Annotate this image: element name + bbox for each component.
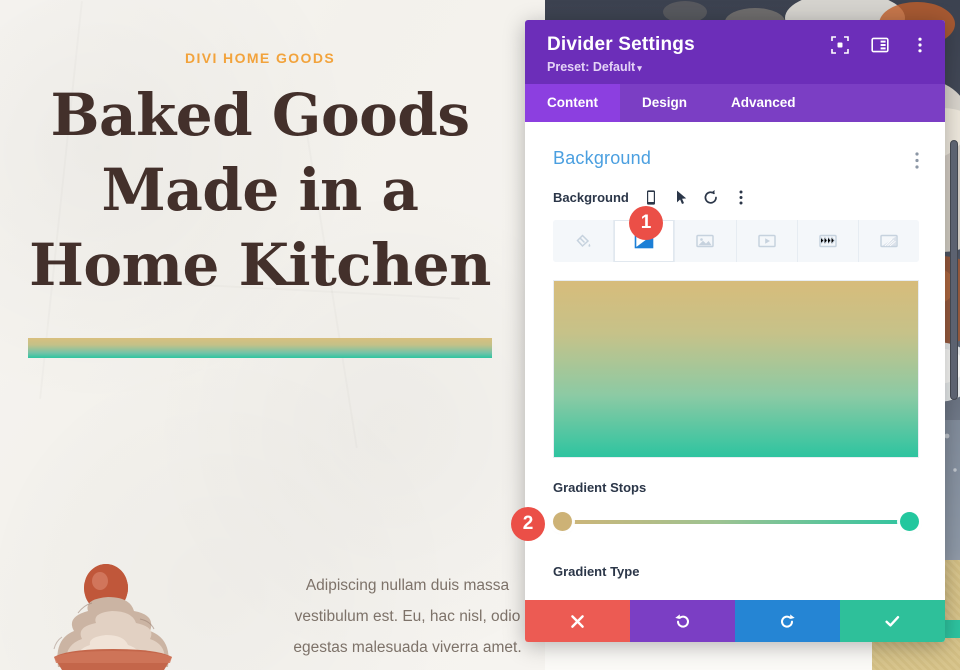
tab-content[interactable]: Content — [525, 84, 620, 122]
page-title-line-2: Made in a — [101, 156, 419, 224]
modal-scrollbar[interactable] — [950, 140, 958, 400]
focus-icon[interactable] — [831, 36, 849, 54]
page-title-line-3: Home Kitchen — [29, 231, 491, 299]
preset-selector[interactable]: Preset: Default ▾ — [547, 60, 925, 74]
background-type-tabs — [553, 220, 919, 262]
check-icon — [885, 615, 900, 627]
background-color-tab[interactable] — [553, 220, 615, 262]
background-pattern-icon — [819, 234, 837, 248]
save-button[interactable] — [840, 600, 945, 642]
chevron-down-icon: ▾ — [637, 63, 642, 73]
modal-header: Divider Settings Preset: Default ▾ — [525, 20, 945, 84]
website-page-background: DIVI HOME GOODS Baked Goods Made in a Ho… — [0, 0, 545, 670]
reset-icon[interactable] — [703, 189, 719, 206]
modal-footer — [525, 600, 945, 642]
tab-design[interactable]: Design — [620, 84, 709, 122]
background-image-tab[interactable] — [675, 220, 737, 262]
kebab-menu-icon[interactable] — [911, 36, 929, 54]
cupcake-illustration — [53, 564, 172, 670]
undo-button[interactable] — [630, 600, 735, 642]
divider-settings-modal: Divider Settings Preset: Default ▾ Conte… — [525, 20, 945, 642]
gradient-stop-handle-end[interactable] — [900, 512, 919, 531]
background-video-icon — [757, 234, 776, 248]
background-field-icons — [643, 189, 749, 206]
gradient-stops-slider[interactable] — [553, 512, 919, 532]
cancel-button[interactable] — [525, 600, 630, 642]
callout-badge-1: 1 — [629, 206, 663, 240]
background-image-icon — [696, 234, 715, 248]
section-title: Background — [553, 148, 652, 168]
redo-icon — [781, 613, 795, 628]
page-eyebrow: DIVI HOME GOODS — [184, 50, 336, 66]
page-body-copy: Adipiscing nullam duis massa vestibulum … — [270, 570, 545, 670]
tab-advanced[interactable]: Advanced — [709, 84, 818, 122]
close-icon — [571, 614, 584, 628]
gradient-type-label: Gradient Type — [553, 564, 640, 579]
background-video-tab[interactable] — [736, 220, 798, 262]
modal-body: Background Background Gradient Stops Gra… — [525, 122, 945, 600]
preset-label: Preset: Default — [547, 60, 636, 74]
page-title: Baked Goods Made in a Home Kitchen — [0, 78, 520, 303]
background-mask-tab[interactable] — [858, 220, 919, 262]
page-title-line-1: Baked Goods — [50, 81, 470, 149]
divider-module-preview[interactable] — [28, 338, 492, 358]
callout-badge-2: 2 — [511, 507, 545, 541]
modal-header-icons — [831, 36, 929, 54]
undo-icon — [675, 613, 689, 628]
modal-tabs: Content Design Advanced — [525, 84, 945, 122]
gradient-stop-handle-start[interactable] — [553, 512, 572, 531]
layout-panel-icon[interactable] — [871, 36, 889, 54]
background-field-row: Background — [553, 189, 919, 206]
gradient-preview[interactable] — [553, 280, 919, 458]
gradient-stops-track[interactable] — [561, 520, 910, 524]
gradient-stops-label: Gradient Stops — [553, 480, 647, 495]
hover-cursor-icon[interactable] — [673, 189, 689, 206]
section-kebab-menu-icon[interactable] — [915, 152, 919, 169]
responsive-device-icon[interactable] — [643, 189, 659, 206]
screenshot-root: DIVI HOME GOODS Baked Goods Made in a Ho… — [0, 0, 960, 670]
background-pattern-tab[interactable] — [797, 220, 859, 262]
background-section-header: Background — [553, 148, 919, 169]
background-mask-icon — [880, 234, 898, 248]
kebab-menu-icon[interactable] — [733, 189, 749, 206]
background-color-icon — [576, 234, 591, 248]
background-field-label: Background — [553, 190, 629, 205]
redo-button[interactable] — [735, 600, 840, 642]
